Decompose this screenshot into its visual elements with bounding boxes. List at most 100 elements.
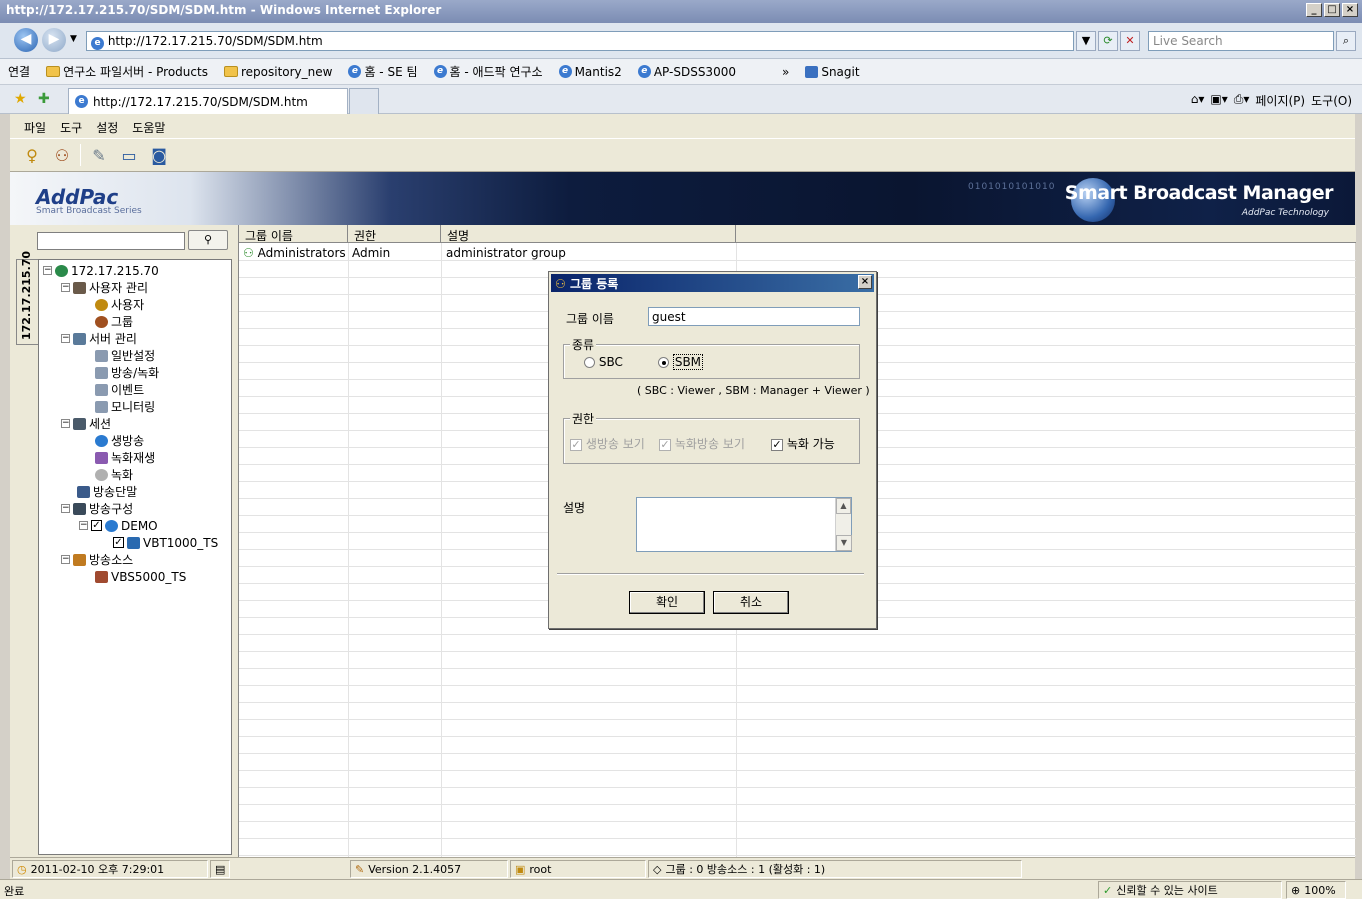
table-row[interactable]	[239, 635, 1356, 652]
collapse-icon[interactable]: −	[79, 521, 88, 530]
tree-node-groups[interactable]: 그룹	[95, 313, 133, 330]
tree-node-live[interactable]: 생방송	[95, 432, 144, 449]
maximize-button[interactable]: □	[1324, 3, 1340, 17]
stop-button[interactable]: ✕	[1120, 31, 1140, 51]
tree-node-sources[interactable]: − 방송소스	[61, 551, 133, 568]
settings-tool-icon[interactable]: ✎	[87, 144, 111, 166]
history-dropdown-icon[interactable]: ▼	[70, 34, 77, 44]
browser-tab-sdm[interactable]: e http://172.17.215.70/SDM/SDM.htm	[68, 88, 348, 114]
table-row[interactable]	[239, 686, 1356, 703]
close-window-button[interactable]: ×	[1342, 3, 1358, 17]
back-button[interactable]: ◀	[14, 28, 38, 52]
tree-node-session[interactable]: − 세션	[61, 415, 111, 432]
radio-sbm[interactable]: SBM	[658, 354, 704, 370]
collapse-icon[interactable]: −	[43, 266, 52, 275]
link-file-server[interactable]: 연구소 파일서버 - Products	[46, 64, 208, 79]
tree-node-users[interactable]: 사용자	[95, 296, 144, 313]
tree-node-vbs[interactable]: VBS5000_TS	[95, 568, 186, 585]
link-lab[interactable]: e홈 - 애드팍 연구소	[433, 64, 543, 79]
tree-node-demo[interactable]: − ✓ DEMO	[79, 517, 158, 534]
table-row[interactable]	[239, 771, 1356, 788]
ok-button[interactable]: 확인	[629, 591, 705, 614]
group-icon[interactable]: ⚇	[50, 144, 74, 166]
column-header-name[interactable]: 그룹 이름	[239, 225, 348, 243]
link-repository[interactable]: repository_new	[223, 64, 332, 79]
perm-record-allowed-checkbox[interactable]: ✓	[771, 438, 783, 451]
collapse-icon[interactable]: −	[61, 419, 70, 428]
add-favorite-icon[interactable]: ✚	[38, 91, 50, 107]
table-row[interactable]: ⚇ Administrators Admin administrator group	[239, 244, 1356, 261]
vbt-checkbox[interactable]: ✓	[113, 537, 124, 548]
collapse-icon[interactable]: −	[61, 334, 70, 343]
page-menu[interactable]: 페이지(P)	[1255, 92, 1305, 109]
tree-node-vbt[interactable]: ✓ VBT1000_TS	[113, 534, 218, 551]
collapse-icon[interactable]: −	[61, 283, 70, 292]
zoom-control[interactable]: ⊕ 100%	[1286, 881, 1346, 899]
collapse-icon[interactable]: −	[61, 555, 70, 564]
favorites-star-icon[interactable]: ★	[14, 91, 27, 107]
monitor-icon[interactable]: ▭	[117, 144, 141, 166]
table-row[interactable]	[239, 805, 1356, 822]
tree-node-general[interactable]: 일반설정	[95, 347, 155, 364]
table-row[interactable]	[239, 652, 1356, 669]
print-icon[interactable]: ⎙▾	[1234, 92, 1250, 109]
demo-checkbox[interactable]: ✓	[91, 520, 102, 531]
links-more-button[interactable]: »	[782, 64, 789, 79]
live-search-input[interactable]: Live Search	[1148, 31, 1334, 51]
user-icon[interactable]: ♀	[20, 144, 44, 166]
dialog-close-button[interactable]: ×	[858, 275, 872, 289]
tree-node-config[interactable]: − 방송구성	[61, 500, 133, 517]
table-row[interactable]	[239, 788, 1356, 805]
tree-node-broadcast-record[interactable]: 방송/녹화	[95, 364, 159, 381]
group-name-input[interactable]	[648, 307, 860, 326]
snagit-button[interactable]: Snagit	[805, 64, 860, 79]
table-row[interactable]	[239, 839, 1356, 856]
tree-node-monitoring[interactable]: 모니터링	[95, 398, 155, 415]
table-row[interactable]	[239, 822, 1356, 839]
cancel-button[interactable]: 취소	[713, 591, 789, 614]
radio-sbm-circle[interactable]	[658, 357, 669, 368]
address-dropdown-button[interactable]: ▼	[1076, 31, 1096, 51]
radio-sbc[interactable]: SBC	[584, 355, 623, 369]
feeds-icon[interactable]: ▣▾	[1210, 92, 1227, 109]
address-field[interactable]: e http://172.17.215.70/SDM/SDM.htm	[86, 31, 1074, 51]
menu-help[interactable]: 도움말	[132, 119, 165, 135]
tree-node-terminals[interactable]: 방송단말	[77, 483, 137, 500]
tree-node-events[interactable]: 이벤트	[95, 381, 144, 398]
minimize-button[interactable]: _	[1306, 3, 1322, 17]
link-se-team[interactable]: e홈 - SE 팀	[348, 64, 418, 79]
vertical-server-tab[interactable]: 172.17.215.70	[16, 251, 38, 345]
menu-settings[interactable]: 설정	[96, 119, 118, 135]
status-list-icon[interactable]: ▤	[210, 860, 230, 878]
perm-record-allowed[interactable]: ✓ 녹화 가능	[771, 435, 835, 452]
radio-sbc-circle[interactable]	[584, 357, 595, 368]
tools-menu[interactable]: 도구(O)	[1311, 92, 1352, 109]
column-header-desc[interactable]: 설명	[441, 225, 736, 243]
collapse-icon[interactable]: −	[61, 504, 70, 513]
description-textarea[interactable]: ▲ ▼	[636, 497, 852, 552]
refresh-button[interactable]: ⟳	[1098, 31, 1118, 51]
broadcast-icon[interactable]: ◙	[147, 144, 171, 166]
table-row[interactable]	[239, 720, 1356, 737]
table-row[interactable]	[239, 737, 1356, 754]
new-tab-button[interactable]	[349, 88, 379, 114]
table-row[interactable]	[239, 754, 1356, 771]
link-ap-sdss[interactable]: e AP-SDSS3000	[637, 64, 736, 79]
tree-node-playback[interactable]: 녹화재생	[95, 449, 155, 466]
search-button[interactable]: ⚲	[188, 230, 228, 250]
description-scrollbar[interactable]: ▲ ▼	[835, 498, 852, 551]
tree-node-root[interactable]: −172.17.215.70	[43, 262, 159, 279]
tree-node-user-mgmt[interactable]: − 사용자 관리	[61, 279, 148, 296]
search-icon[interactable]: ⌕	[1336, 31, 1356, 51]
scroll-down-icon[interactable]: ▼	[836, 535, 852, 551]
tree-node-server-mgmt[interactable]: − 서버 관리	[61, 330, 137, 347]
table-row[interactable]	[239, 703, 1356, 720]
scroll-up-icon[interactable]: ▲	[836, 498, 851, 514]
forward-button[interactable]: ▶	[42, 28, 66, 52]
menu-file[interactable]: 파일	[24, 119, 46, 135]
home-icon[interactable]: ⌂▾	[1191, 92, 1205, 109]
link-mantis[interactable]: e Mantis2	[558, 64, 622, 79]
tree-node-recording[interactable]: 녹화	[95, 466, 133, 483]
tree-search-input[interactable]	[37, 232, 185, 250]
table-row[interactable]	[239, 669, 1356, 686]
